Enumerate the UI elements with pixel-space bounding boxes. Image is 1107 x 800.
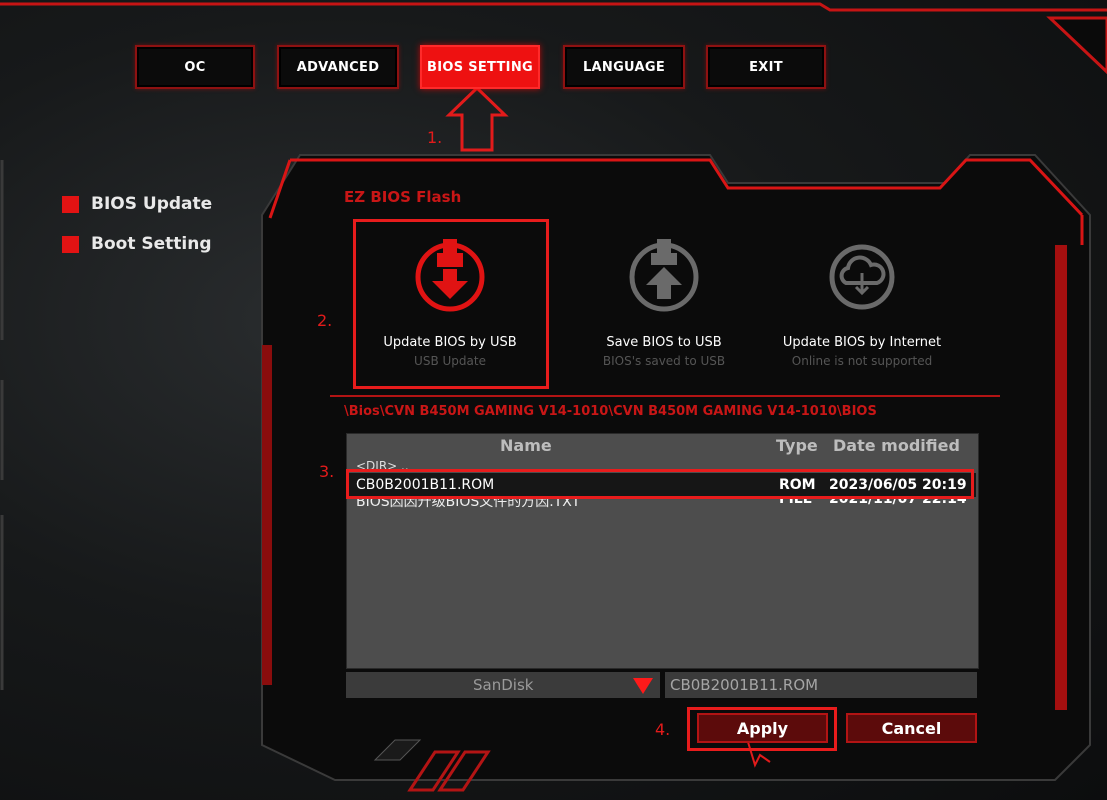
- bullet-square-icon: [62, 195, 79, 213]
- file-path: \Bios\CVN B450M GAMING V14-1010\CVN B450…: [344, 404, 877, 419]
- sidebar-item-label: Boot Setting: [91, 234, 212, 254]
- step-2-label: 2.: [317, 311, 333, 330]
- file-name: BIOS因因升级BIOS文件的方因.TXT: [356, 497, 581, 510]
- option-label: Save BIOS to USB: [606, 335, 722, 350]
- step-1-label: 1.: [427, 128, 443, 147]
- column-header-type[interactable]: Type: [776, 436, 818, 455]
- option-sublabel: Online is not supported: [791, 354, 933, 368]
- tab-bios-setting[interactable]: BIOS SETTING: [420, 45, 540, 89]
- bullet-square-icon: [62, 235, 79, 253]
- selected-file-value: CB0B2001B11.ROM: [670, 676, 819, 694]
- tab-oc[interactable]: OC: [135, 45, 255, 89]
- save-bios-to-usb-option[interactable]: Save BIOS to USB BIOS's saved to USB: [564, 235, 764, 368]
- up-arrow-annotation: [445, 85, 509, 152]
- column-header-name[interactable]: Name: [500, 436, 552, 455]
- usb-upload-icon: [629, 239, 699, 312]
- highlight-rom-row: [346, 469, 974, 499]
- selected-file-field: CB0B2001B11.ROM: [665, 672, 977, 698]
- tab-advanced[interactable]: ADVANCED: [277, 45, 399, 89]
- option-sublabel: BIOS's saved to USB: [602, 354, 726, 368]
- highlight-apply: [687, 707, 837, 751]
- update-bios-by-internet-option[interactable]: Update BIOS by Internet Online is not su…: [762, 235, 962, 368]
- sidebar-item-bios-update[interactable]: BIOS Update: [62, 194, 212, 214]
- panel-title: EZ BIOS Flash: [344, 188, 462, 206]
- step-3-label: 3.: [319, 462, 335, 481]
- sidebar-item-boot-setting[interactable]: Boot Setting: [62, 234, 212, 254]
- highlight-usb-update: [353, 219, 549, 389]
- column-header-date[interactable]: Date modified: [833, 436, 960, 455]
- tab-exit[interactable]: EXIT: [706, 45, 826, 89]
- chevron-down-icon: [633, 678, 653, 694]
- option-label: Update BIOS by Internet: [782, 335, 942, 350]
- step-4-label: 4.: [655, 720, 671, 739]
- sidebar-item-label: BIOS Update: [91, 194, 213, 214]
- table-row[interactable]: BIOS因因升级BIOS文件的方因.TXT FILE 2021/11/07 22…: [347, 497, 976, 511]
- drive-select[interactable]: SanDisk: [346, 672, 660, 698]
- drive-select-value: SanDisk: [473, 676, 534, 694]
- cloud-download-icon: [829, 244, 895, 310]
- cancel-button[interactable]: Cancel: [846, 713, 977, 743]
- tab-language[interactable]: LANGUAGE: [563, 45, 685, 89]
